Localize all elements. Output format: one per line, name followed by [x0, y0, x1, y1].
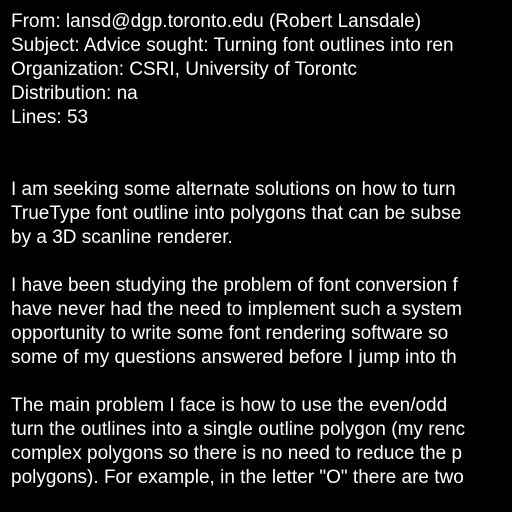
body-line: polygons). For example, in the letter "O…	[11, 467, 464, 488]
body-line: The main problem I face is how to use th…	[11, 395, 448, 416]
body-line: complex polygons so there is no need to …	[11, 443, 463, 464]
body-line: have never had the need to implement suc…	[11, 299, 462, 320]
header-organization: Organization: CSRI, University of Toront…	[11, 59, 358, 80]
header-lines: Lines: 53	[11, 107, 89, 128]
body-line: by a 3D scanline renderer.	[11, 227, 233, 248]
header-distribution: Distribution: na	[11, 83, 138, 104]
body-line: some of my questions answered before I j…	[11, 347, 457, 368]
body-line: I have been studying the problem of font…	[11, 275, 458, 296]
header-subject: Subject: Advice sought: Turning font out…	[11, 35, 454, 56]
header-from: From: lansd@dgp.toronto.edu (Robert Lans…	[11, 11, 422, 32]
email-document: From: lansd@dgp.toronto.edu (Robert Lans…	[0, 0, 512, 512]
body-line: turn the outlines into a single outline …	[11, 419, 466, 440]
body-line: I am seeking some alternate solutions on…	[11, 179, 456, 200]
body-line: TrueType font outline into polygons that…	[11, 203, 462, 224]
body-line: opportunity to write some font rendering…	[11, 323, 449, 344]
